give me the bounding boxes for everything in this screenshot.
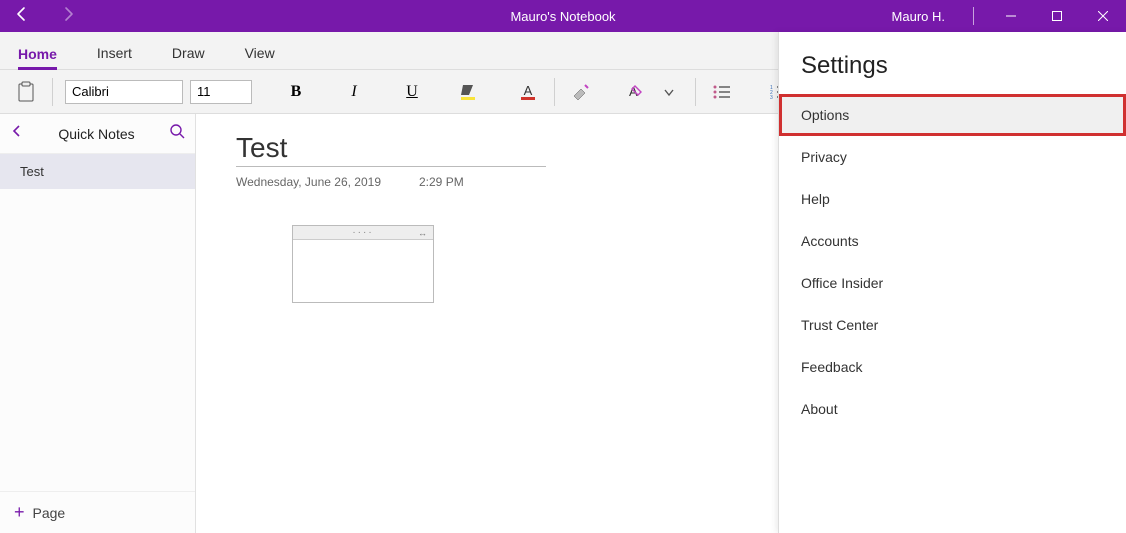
svg-text:A: A bbox=[629, 84, 638, 99]
clipboard-icon[interactable] bbox=[12, 78, 40, 106]
svg-text:A: A bbox=[524, 83, 533, 98]
tab-insert[interactable]: Insert bbox=[97, 37, 132, 69]
bullet-list-button[interactable] bbox=[708, 78, 736, 106]
section-back-icon[interactable] bbox=[10, 124, 24, 143]
underline-button[interactable]: U bbox=[398, 78, 426, 106]
separator bbox=[695, 78, 696, 106]
settings-item-feedback[interactable]: Feedback bbox=[779, 346, 1126, 388]
separator bbox=[973, 7, 974, 25]
separator bbox=[52, 78, 53, 106]
page-list-item[interactable]: Test bbox=[0, 154, 195, 189]
note-time: 2:29 PM bbox=[419, 175, 464, 189]
tab-home[interactable]: Home bbox=[18, 38, 57, 70]
tab-draw[interactable]: Draw bbox=[172, 37, 205, 69]
settings-item-accounts[interactable]: Accounts bbox=[779, 220, 1126, 262]
settings-item-privacy[interactable]: Privacy bbox=[779, 136, 1126, 178]
format-painter-button[interactable]: A bbox=[619, 78, 647, 106]
font-color-button[interactable]: A bbox=[514, 78, 542, 106]
tab-view[interactable]: View bbox=[245, 37, 275, 69]
settings-panel: Settings Options Privacy Help Accounts O… bbox=[778, 32, 1126, 533]
nav-forward-icon bbox=[60, 6, 76, 27]
search-icon[interactable] bbox=[169, 123, 185, 144]
clear-formatting-button[interactable] bbox=[567, 78, 595, 106]
settings-item-options[interactable]: Options bbox=[779, 94, 1126, 136]
section-title[interactable]: Quick Notes bbox=[58, 126, 134, 142]
plus-icon: + bbox=[14, 502, 25, 523]
settings-title: Settings bbox=[779, 32, 1126, 94]
container-drag-handle[interactable]: ···· ↔ bbox=[293, 226, 433, 240]
add-page-label: Page bbox=[33, 505, 66, 521]
settings-item-trust-center[interactable]: Trust Center bbox=[779, 304, 1126, 346]
resize-handle-icon[interactable]: ↔ bbox=[418, 228, 429, 238]
settings-item-about[interactable]: About bbox=[779, 388, 1126, 430]
font-size-input[interactable] bbox=[190, 80, 252, 104]
note-title[interactable]: Test bbox=[236, 132, 546, 167]
font-name-input[interactable] bbox=[65, 80, 183, 104]
settings-item-help[interactable]: Help bbox=[779, 178, 1126, 220]
title-bar: Mauro's Notebook Mauro H. bbox=[0, 0, 1126, 32]
window-maximize-button[interactable] bbox=[1034, 0, 1080, 32]
window-minimize-button[interactable] bbox=[988, 0, 1034, 32]
styles-dropdown[interactable] bbox=[655, 78, 683, 106]
add-page-button[interactable]: + Page bbox=[0, 491, 195, 533]
window-close-button[interactable] bbox=[1080, 0, 1126, 32]
user-name[interactable]: Mauro H. bbox=[892, 9, 945, 24]
svg-text:3: 3 bbox=[770, 95, 773, 100]
highlight-button[interactable] bbox=[456, 78, 484, 106]
separator bbox=[554, 78, 555, 106]
note-date: Wednesday, June 26, 2019 bbox=[236, 175, 381, 189]
settings-item-office-insider[interactable]: Office Insider bbox=[779, 262, 1126, 304]
italic-button[interactable]: I bbox=[340, 78, 368, 106]
bold-button[interactable]: B bbox=[282, 78, 310, 106]
note-content-container[interactable]: ···· ↔ bbox=[292, 225, 434, 303]
page-sidebar: Quick Notes Test + Page bbox=[0, 114, 196, 533]
nav-back-icon[interactable] bbox=[14, 6, 30, 27]
